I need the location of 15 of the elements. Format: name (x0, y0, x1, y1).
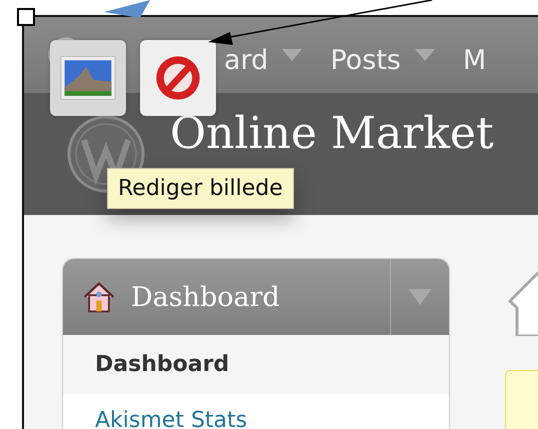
menu-header[interactable]: Dashboard (63, 259, 449, 335)
site-title: Online Market (170, 108, 494, 160)
callout-arrow (104, 0, 150, 18)
menu-header-title: Dashboard (131, 282, 281, 312)
menu-item[interactable]: Dashboard (63, 335, 449, 394)
resize-handle[interactable] (17, 8, 35, 26)
menu-item[interactable]: ard (224, 45, 268, 76)
landscape-picture-icon (60, 53, 116, 103)
delete-button[interactable] (140, 40, 216, 116)
edit-image-button[interactable] (50, 40, 126, 116)
tooltip: Rediger billede (107, 168, 294, 209)
menu-item[interactable]: M (462, 45, 486, 76)
notice-box (505, 370, 538, 429)
caret-icon (408, 289, 432, 305)
menu-item[interactable]: Posts (330, 45, 401, 76)
